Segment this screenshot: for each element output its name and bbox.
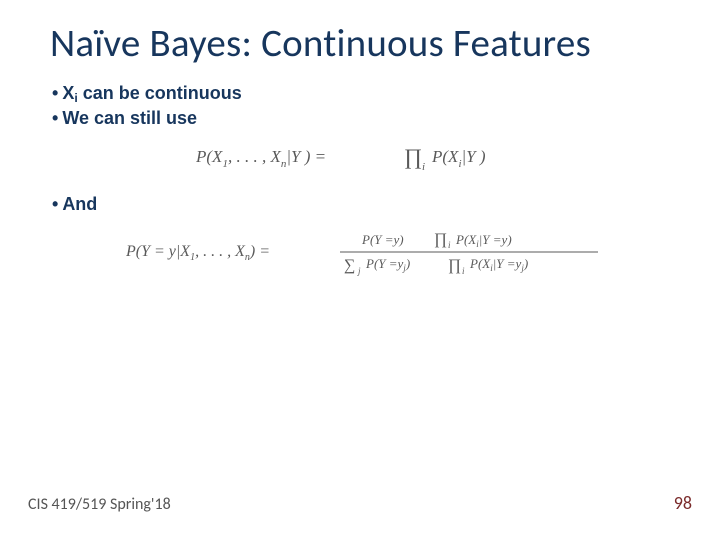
bullet-3: •And bbox=[52, 193, 680, 216]
svg-text:P(X1, . . . , Xn|Y ) =: P(X1, . . . , Xn|Y ) = bbox=[196, 147, 326, 170]
svg-text:P(Xi|Y ): P(Xi|Y ) bbox=[431, 147, 486, 170]
svg-text:i: i bbox=[462, 266, 465, 276]
svg-text:∏: ∏ bbox=[404, 144, 422, 169]
slide-title: Naïve Bayes: Continuous Features bbox=[50, 20, 680, 67]
svg-text:P(Xi|Y =yj): P(Xi|Y =yj) bbox=[469, 256, 528, 273]
svg-text:∏: ∏ bbox=[448, 257, 461, 274]
svg-text:j: j bbox=[357, 266, 361, 276]
svg-text:P(Xi|Y =y): P(Xi|Y =y) bbox=[455, 232, 512, 249]
formula-2: P(Y = y|X1, . . . , Xn) = P(Y =y) ∏ i P(… bbox=[52, 224, 680, 285]
bullet-2: •We can still use bbox=[52, 107, 680, 130]
footer-page-number: 98 bbox=[674, 492, 692, 514]
formula-1: P(X1, . . . , Xn|Y ) = ∏ i P(Xi|Y ) bbox=[52, 138, 680, 183]
bullet-2-text: We can still use bbox=[62, 108, 197, 128]
slide: Naïve Bayes: Continuous Features •Xi can… bbox=[0, 0, 720, 540]
bullet-dot: • bbox=[52, 193, 58, 216]
bullet-1: •Xi can be continuous bbox=[52, 82, 680, 107]
svg-text:i: i bbox=[422, 161, 425, 173]
slide-body: •Xi can be continuous •We can still use … bbox=[52, 82, 680, 295]
svg-text:P(Y = y|X1, . . . , Xn) =: P(Y = y|X1, . . . , Xn) = bbox=[126, 243, 270, 263]
bullet-3-text: And bbox=[62, 194, 97, 214]
svg-text:P(Y =y): P(Y =y) bbox=[361, 232, 404, 247]
svg-text:∏: ∏ bbox=[434, 231, 447, 248]
bullet-dot: • bbox=[52, 107, 58, 130]
bullet-1-post: can be continuous bbox=[78, 83, 242, 103]
svg-text:∑: ∑ bbox=[344, 257, 355, 274]
svg-text:P(Y =yj): P(Y =yj) bbox=[365, 256, 410, 273]
bullet-dot: • bbox=[52, 82, 58, 105]
bullet-1-pre: X bbox=[62, 83, 74, 103]
footer-course: CIS 419/519 Spring'18 bbox=[28, 495, 171, 514]
svg-text:i: i bbox=[448, 240, 451, 250]
